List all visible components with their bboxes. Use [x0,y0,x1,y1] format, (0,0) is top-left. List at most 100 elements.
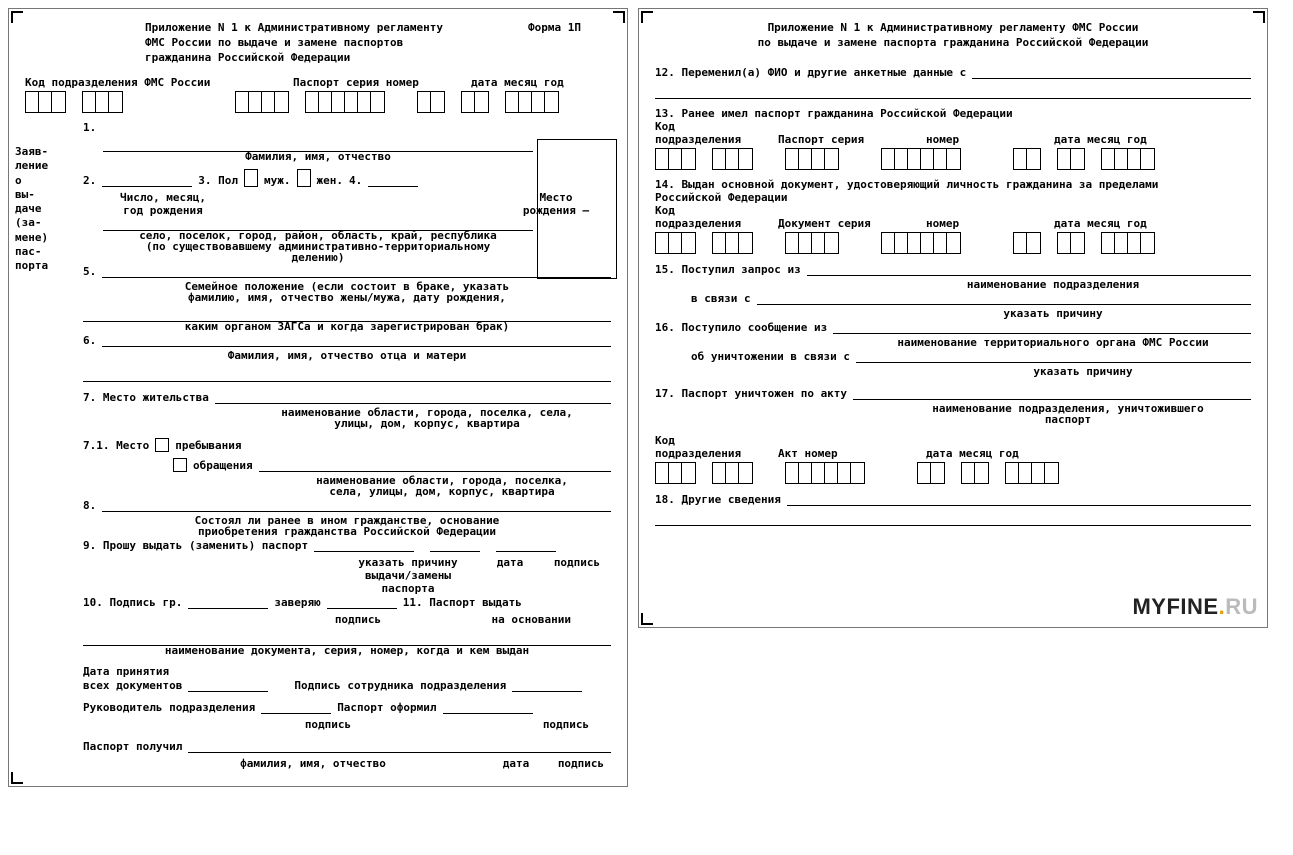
b17-m[interactable] [961,462,989,484]
line-16[interactable] [833,320,1251,334]
num-15: 15. Поступил запрос из [655,263,801,276]
s9c: паспорта [382,582,435,595]
s16: наименование территориального органа ФМС… [855,336,1251,349]
photo-box[interactable] [537,139,617,279]
line-ruk[interactable] [261,700,331,714]
line-dps[interactable] [512,678,582,692]
kodp17: подразделения [655,447,760,460]
b14-1[interactable] [655,232,696,254]
line-10b[interactable] [327,595,397,609]
b17-n[interactable] [785,462,865,484]
nomer14: номер [926,217,1036,230]
b17-2[interactable] [712,462,753,484]
b13-s[interactable] [785,148,839,170]
b17-1[interactable] [655,462,696,484]
line-5[interactable] [102,264,611,278]
line-8[interactable] [102,498,611,512]
pof: Паспорт оформил [337,701,436,714]
docline: наименование документа, серия, номер, ко… [83,644,611,657]
dp1: Дата принятия [83,665,611,678]
docs: Документ серия [778,217,908,230]
b13-y[interactable] [1101,148,1155,170]
line-15[interactable] [807,262,1251,276]
b14-y[interactable] [1101,232,1155,254]
s10: подпись [323,613,393,626]
chk-male[interactable] [244,169,258,187]
chk-female[interactable] [297,169,311,187]
num-6: 6. [83,334,96,347]
lbl-71a: 7.1. Место [83,439,149,452]
date-m[interactable] [461,91,489,113]
chk-obr[interactable] [173,458,187,472]
b14-2[interactable] [712,232,753,254]
label-passport: Паспорт серия номер [293,76,453,89]
line-71[interactable] [259,458,611,472]
line-17[interactable] [853,386,1251,400]
pass-series[interactable] [235,91,289,113]
num-11: 11. Паспорт выдать [403,596,522,609]
form-page-1: Приложение N 1 к Административному регла… [8,8,628,787]
b13-m[interactable] [1057,148,1085,170]
s15: наименование подразделения [855,278,1251,291]
chk-preb[interactable] [155,438,169,452]
kodp14: подразделения [655,217,760,230]
top-box-row [25,91,611,113]
line-6[interactable] [102,333,611,347]
line-pp[interactable] [188,739,611,753]
num-1: 1. [83,121,96,134]
s5c: каким органом ЗАГСа и когда зарегистриро… [83,320,611,333]
b17-d[interactable] [917,462,945,484]
line-18[interactable] [787,492,1251,506]
line-18b[interactable] [655,512,1251,526]
b14-n[interactable] [881,232,961,254]
line-12b[interactable] [655,85,1251,99]
date-y[interactable] [505,91,559,113]
b13-d[interactable] [1013,148,1041,170]
line-9[interactable] [314,538,414,552]
num-3: 3. Пол [198,174,238,187]
b13-n[interactable] [881,148,961,170]
b13-2[interactable] [712,148,753,170]
line-7[interactable] [215,390,611,404]
line-6b[interactable] [83,368,611,382]
b14-s[interactable] [785,232,839,254]
label-kod: Код подразделения ФМС России [25,76,275,89]
wm-a: MYFINE [1132,594,1218,619]
kod-lbl: Код [655,120,1251,133]
pass-number[interactable] [305,91,385,113]
corner-mark [11,772,23,784]
line-dp[interactable] [188,678,268,692]
pp: Паспорт получил [83,740,182,753]
line-dob[interactable] [102,173,192,187]
akt: Акт номер [778,447,908,460]
line-16b[interactable] [856,349,1251,363]
corner-mark [11,11,23,23]
line-10a[interactable] [188,595,268,609]
s9b: выдачи/замены [365,569,451,582]
b14-d[interactable] [1013,232,1041,254]
num-8: 8. [83,499,96,512]
kod-lbl14: Код [655,204,1251,217]
sub-fio: Фамилия, имя, отчество [103,150,533,163]
line-15b[interactable] [757,291,1251,305]
s16b: указать причину [915,365,1251,378]
date-d[interactable] [417,91,445,113]
line-pob[interactable] [368,173,418,187]
num-14: 14. Выдан основной документ, удостоверяю… [655,178,1251,191]
b13-1[interactable] [655,148,696,170]
header-line-1: Приложение N 1 к Административному регла… [145,21,443,34]
b17-y[interactable] [1005,462,1059,484]
b14-m[interactable] [1057,232,1085,254]
num-14b: Российской Федерации [655,191,1251,204]
line-12[interactable] [972,65,1251,79]
lbl-71c: обращения [193,459,253,472]
ppd: дата [491,757,541,770]
kod-box-2[interactable] [82,91,123,113]
line-pof[interactable] [443,700,533,714]
line-9d[interactable] [430,538,480,552]
sub-dob2: год рождения [123,204,202,217]
num-9: 9. Прошу выдать (заменить) паспорт [83,539,308,552]
line-9s[interactable] [496,538,556,552]
kod-box-1[interactable] [25,91,66,113]
n15b: в связи с [691,292,751,305]
